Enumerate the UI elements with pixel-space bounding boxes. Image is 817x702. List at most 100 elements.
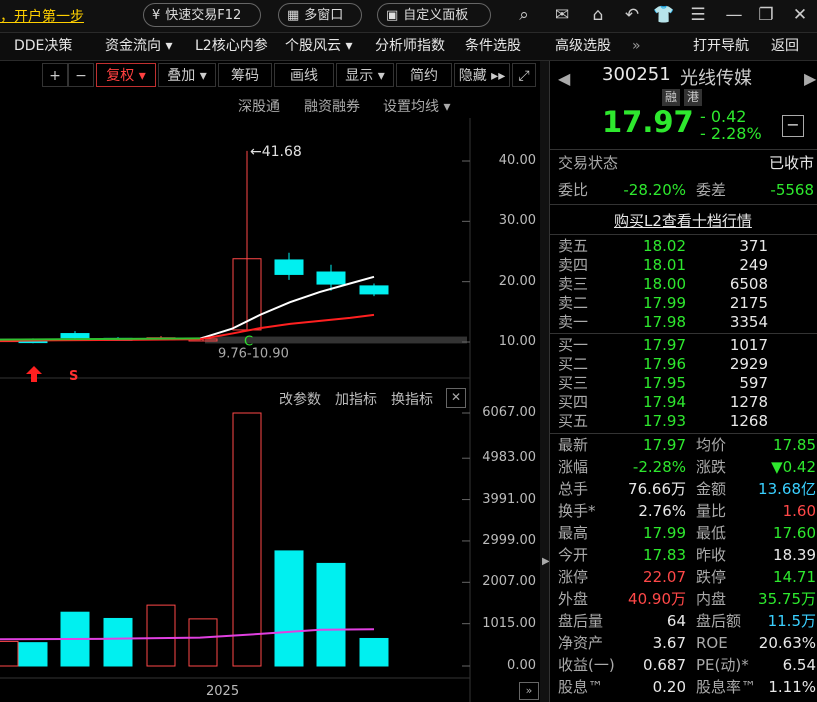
- draw-line-button[interactable]: 画线: [274, 63, 334, 87]
- close-icon[interactable]: ✕: [788, 3, 812, 27]
- menu-open-nav[interactable]: 打开导航: [693, 33, 749, 60]
- menu-dde[interactable]: DDE决策: [14, 33, 72, 60]
- order-price: 17.93: [643, 412, 686, 430]
- volume-bar: [316, 562, 346, 667]
- menu-stock-news[interactable]: 个股风云 ▾: [285, 33, 352, 60]
- stat-value: ▼0.42: [771, 458, 816, 476]
- stats-row: 今开 17.83 昨收 18.39: [550, 545, 817, 566]
- ask-row[interactable]: 卖三 18.00 6508: [550, 274, 817, 295]
- bid-row[interactable]: 买二 17.96 2929: [550, 354, 817, 375]
- stock-code: 300251: [602, 64, 671, 85]
- volume-bar: [232, 412, 262, 667]
- stats-row: 换手* 2.76% 量比 1.60: [550, 501, 817, 522]
- stats-row: 净资产 3.67 ROE 20.63%: [550, 633, 817, 654]
- prev-stock-icon[interactable]: ◀: [558, 69, 570, 88]
- menu-advanced-pick[interactable]: 高级选股: [555, 33, 611, 60]
- bid-row[interactable]: 买五 17.93 1268: [550, 411, 817, 432]
- trade-status-value: 已收市: [768, 154, 814, 172]
- zoom-in-button[interactable]: +: [42, 63, 68, 87]
- bid-row[interactable]: 买三 17.95 597: [550, 373, 817, 394]
- weibi-row: 委比 -28.20% 委差 -5568: [550, 180, 817, 201]
- order-price: 17.99: [643, 294, 686, 312]
- stat-value: 17.99: [643, 524, 686, 542]
- volume-axis-label: 1015.00: [482, 615, 536, 631]
- shirt-icon[interactable]: 👕: [652, 3, 676, 27]
- stat-value: 40.90万: [628, 590, 686, 608]
- volume-bar: [103, 617, 133, 667]
- fullscreen-icon[interactable]: ⤢: [512, 63, 536, 87]
- fuquan-button[interactable]: 复权 ▾: [96, 63, 156, 87]
- bid-row[interactable]: 买一 17.97 1017: [550, 335, 817, 356]
- back-icon[interactable]: ↶: [620, 3, 644, 27]
- stats-row: 股息™ 0.20 股息率™ 1.11%: [550, 677, 817, 698]
- simple-button[interactable]: 简约: [396, 63, 452, 87]
- collapse-quote-icon[interactable]: −: [782, 115, 804, 137]
- volume-bar: [274, 550, 304, 667]
- order-volume: 1017: [729, 336, 768, 354]
- price-axis-label: 30.00: [498, 213, 536, 229]
- multi-window-button[interactable]: ▦ 多窗口: [278, 3, 362, 27]
- chips-button[interactable]: 筹码: [218, 63, 272, 87]
- restore-icon[interactable]: ❐: [754, 3, 778, 27]
- kline-chart[interactable]: ←41.68 9.76-10.90C S: [0, 118, 540, 702]
- menu-fund-flow[interactable]: 资金流向 ▾: [105, 33, 172, 60]
- close-indicator-icon[interactable]: ✕: [446, 388, 466, 408]
- add-indicator-button[interactable]: 加指标: [335, 389, 377, 409]
- overlay-button[interactable]: 叠加 ▾: [158, 63, 216, 87]
- menu-l2-core[interactable]: L2核心内参: [195, 33, 268, 60]
- menu-back[interactable]: 返回: [771, 33, 799, 60]
- stat-label: 股息™: [558, 678, 604, 696]
- yen-icon: ¥: [152, 8, 161, 23]
- buy-arrow-icon: [26, 366, 42, 382]
- stat-label: 今开: [558, 546, 589, 564]
- switch-indicator-button[interactable]: 换指标: [391, 389, 433, 409]
- stat-value: 76.66万: [628, 480, 686, 498]
- mail-icon[interactable]: ✉: [550, 3, 574, 27]
- settings-icon[interactable]: ☰: [686, 3, 710, 27]
- menu-condition-pick[interactable]: 条件选股: [465, 33, 521, 60]
- hide-button[interactable]: 隐藏 ▸▸: [454, 63, 510, 87]
- custom-panel-button[interactable]: ▣ 自定义面板: [377, 3, 491, 27]
- divider: [550, 204, 817, 205]
- next-stock-icon[interactable]: ▶: [804, 69, 816, 88]
- open-account-link[interactable]: ，开户第一步: [0, 6, 84, 26]
- ma-setting-link[interactable]: 设置均线 ▾: [383, 96, 450, 116]
- stat-label: 最低: [696, 524, 727, 542]
- ma-green-line: [0, 337, 201, 341]
- home-icon[interactable]: ⌂: [586, 3, 610, 27]
- scroll-right-icon[interactable]: »: [519, 682, 539, 700]
- ask-row[interactable]: 卖一 17.98 3354: [550, 312, 817, 333]
- price-axis-label: 20.00: [498, 273, 536, 289]
- search-icon[interactable]: ⌕: [512, 3, 536, 27]
- zoom-out-button[interactable]: −: [68, 63, 94, 87]
- divider: [550, 234, 817, 235]
- display-button[interactable]: 显示 ▾: [336, 63, 394, 87]
- stat-label: 最高: [558, 524, 589, 542]
- price-change-pct: - 2.28%: [700, 124, 762, 143]
- order-price: 18.00: [643, 275, 686, 293]
- stock-name: 光线传媒: [680, 68, 752, 89]
- l2-buy-link[interactable]: 购买L2查看十档行情: [614, 210, 752, 231]
- bid-row[interactable]: 买四 17.94 1278: [550, 392, 817, 413]
- stat-value: 17.83: [643, 546, 686, 564]
- ask-row[interactable]: 卖二 17.99 2175: [550, 293, 817, 314]
- menu-analyst-index[interactable]: 分析师指数: [375, 33, 445, 60]
- minimize-icon[interactable]: —: [722, 3, 746, 27]
- order-price: 17.98: [643, 313, 686, 331]
- order-price: 17.95: [643, 374, 686, 392]
- ask-row[interactable]: 卖五 18.02 371: [550, 236, 817, 257]
- price-axis-label: 10.00: [498, 334, 536, 349]
- margin-link[interactable]: 融资融券: [304, 96, 360, 116]
- change-params-button[interactable]: 改参数: [279, 389, 321, 409]
- custom-panel-label: 自定义面板: [403, 8, 469, 23]
- menu-more-icon[interactable]: »: [632, 33, 641, 60]
- sgt-link[interactable]: 深股通: [238, 96, 280, 116]
- order-volume: 6508: [729, 275, 768, 293]
- stat-value: 20.63%: [758, 634, 816, 652]
- panel-splitter[interactable]: ▶: [540, 61, 550, 702]
- quick-trade-button[interactable]: ¥ 快速交易F12: [143, 3, 261, 27]
- ask-row[interactable]: 卖四 18.01 249: [550, 255, 817, 276]
- high-price-label: ←41.68: [250, 144, 302, 160]
- volume-axis-label: 2999.00: [482, 532, 536, 548]
- margin-tag: 融: [662, 89, 680, 106]
